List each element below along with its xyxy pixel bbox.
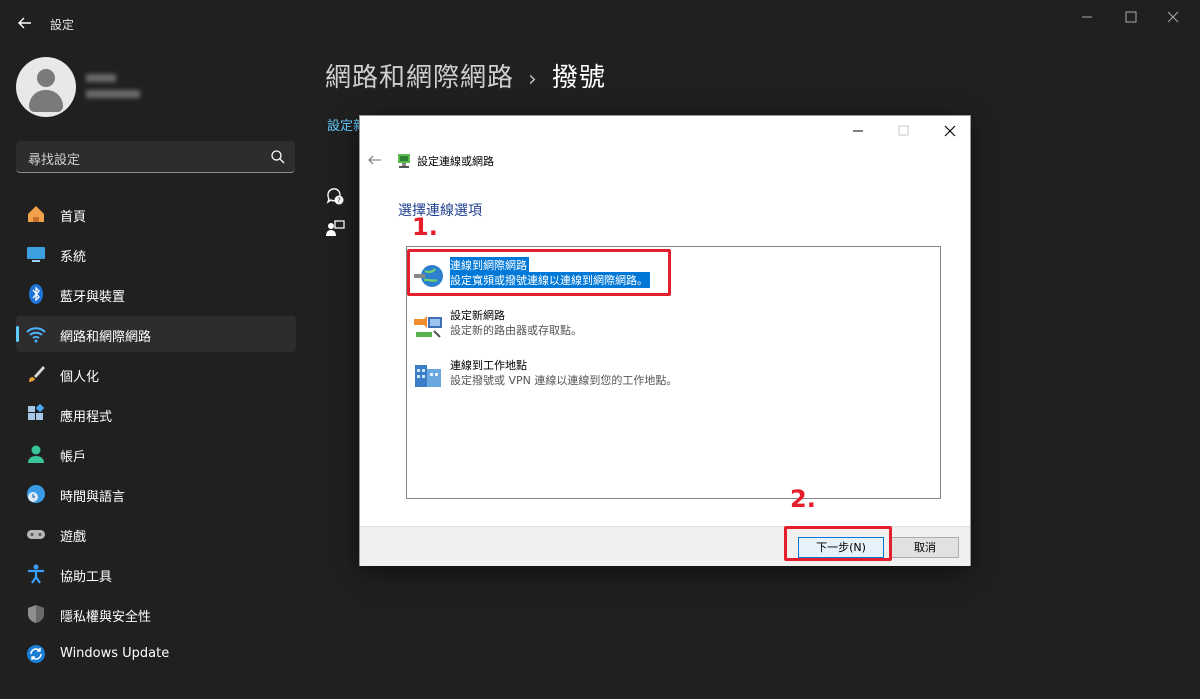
sidebar-item-apps[interactable]: 應用程式 <box>16 396 296 432</box>
sidebar-item-label: 時間與語言 <box>60 490 126 505</box>
gamepad-icon <box>25 523 47 545</box>
sidebar-item-label: 個人化 <box>60 370 100 385</box>
redacted-username <box>86 74 116 82</box>
search-input[interactable]: 尋找設定 <box>28 149 80 168</box>
dialog-close-button[interactable] <box>936 122 964 140</box>
sidebar-item-label: 應用程式 <box>60 410 113 425</box>
sidebar-item-windows-update[interactable]: Windows Update <box>16 636 296 672</box>
accessibility-icon <box>25 563 47 585</box>
annotation-box-next <box>784 526 892 561</box>
page-title: 撥號 <box>551 63 606 93</box>
dialog-back-arrow-icon[interactable] <box>367 152 383 168</box>
avatar[interactable] <box>16 57 76 117</box>
dialog-maximize-button[interactable] <box>890 122 918 140</box>
monitor-icon <box>25 243 47 265</box>
sidebar-item-label: Windows Update <box>60 646 170 661</box>
svg-text:?: ? <box>337 197 341 205</box>
bluetooth-icon <box>25 283 47 305</box>
dialog-title: 設定連線或網路 <box>417 155 494 168</box>
sidebar-item-accessibility[interactable]: 協助工具 <box>16 556 296 592</box>
title-bar: 設定 <box>0 0 1200 48</box>
option-setup-new-network[interactable]: 設定新網路 設定新的路由器或存取點。 <box>410 303 670 349</box>
sidebar-item-personalization[interactable]: 個人化 <box>16 356 296 392</box>
setup-connection-dialog: 設定連線或網路 選擇連線選項 連線到網際網路 設定寬頻或撥號連線以連線到網際網路… <box>359 115 971 566</box>
breadcrumb: 網路和網際網路 › 撥號 <box>325 57 606 94</box>
sidebar-item-system[interactable]: 系統 <box>16 236 296 272</box>
cancel-button[interactable]: 取消 <box>891 537 959 558</box>
option-title: 連線到工作地點 <box>450 359 527 372</box>
search-box[interactable]: 尋找設定 <box>16 141 295 173</box>
sidebar-item-privacy[interactable]: 隱私權與安全性 <box>16 596 296 632</box>
update-icon <box>25 643 47 665</box>
brush-icon <box>25 363 47 385</box>
search-icon[interactable] <box>270 149 286 165</box>
sidebar-item-accounts[interactable]: 帳戶 <box>16 436 296 472</box>
option-connect-workplace[interactable]: 連線到工作地點 設定撥號或 VPN 連線以連線到您的工作地點。 <box>410 353 677 399</box>
option-description: 設定撥號或 VPN 連線以連線到您的工作地點。 <box>450 374 678 387</box>
sidebar-item-label: 帳戶 <box>60 450 87 465</box>
option-description: 設定新的路由器或存取點。 <box>450 324 582 337</box>
maximize-button[interactable] <box>1116 6 1146 28</box>
sidebar-item-network[interactable]: 網路和網際網路 <box>16 316 296 352</box>
redacted-email <box>86 90 140 98</box>
setup-new-connection-link[interactable]: 設定新 <box>327 115 359 134</box>
sidebar-item-label: 首頁 <box>60 210 87 225</box>
sidebar-item-label: 藍牙與裝置 <box>60 290 126 305</box>
feedback-icon[interactable] <box>325 219 345 239</box>
sidebar-nav: 首頁 系統 藍牙與裝置 網路和網際網路 個人化 應用程式 帳戶 時間與語言 遊戲… <box>16 196 296 676</box>
breadcrumb-parent[interactable]: 網路和網際網路 <box>325 63 514 93</box>
sidebar-item-label: 遊戲 <box>60 530 87 545</box>
help-icon[interactable]: ? <box>325 186 345 206</box>
avatar-body <box>29 90 63 112</box>
back-arrow-icon[interactable] <box>14 12 36 34</box>
sidebar-item-bluetooth[interactable]: 藍牙與裝置 <box>16 276 296 312</box>
person-icon <box>25 443 47 465</box>
apps-icon <box>25 403 47 425</box>
shield-icon <box>25 603 47 625</box>
sidebar-item-time-language[interactable]: 時間與語言 <box>16 476 296 512</box>
sidebar-item-label: 網路和網際網路 <box>60 330 152 345</box>
close-button[interactable] <box>1158 6 1188 28</box>
router-icon <box>413 311 445 341</box>
option-title: 設定新網路 <box>450 309 505 322</box>
sidebar-item-label: 系統 <box>60 250 87 265</box>
app-title: 設定 <box>50 18 75 32</box>
network-setup-icon <box>395 151 413 169</box>
dialog-minimize-button[interactable] <box>844 122 872 140</box>
sidebar-item-gaming[interactable]: 遊戲 <box>16 516 296 552</box>
annotation-step-1: 1. <box>412 213 438 241</box>
sidebar-item-home[interactable]: 首頁 <box>16 196 296 232</box>
sidebar-item-label: 協助工具 <box>60 570 113 585</box>
annotation-box-option <box>407 249 671 296</box>
breadcrumb-separator: › <box>528 67 538 92</box>
globe-clock-icon <box>25 483 47 505</box>
dialog-heading: 選擇連線選項 <box>398 203 482 219</box>
home-icon <box>25 203 47 225</box>
minimize-button[interactable] <box>1072 6 1102 28</box>
sidebar-item-label: 隱私權與安全性 <box>60 610 152 625</box>
avatar-head <box>37 69 55 87</box>
wifi-icon <box>25 323 47 345</box>
office-building-icon <box>413 361 445 391</box>
annotation-step-2: 2. <box>790 485 816 513</box>
